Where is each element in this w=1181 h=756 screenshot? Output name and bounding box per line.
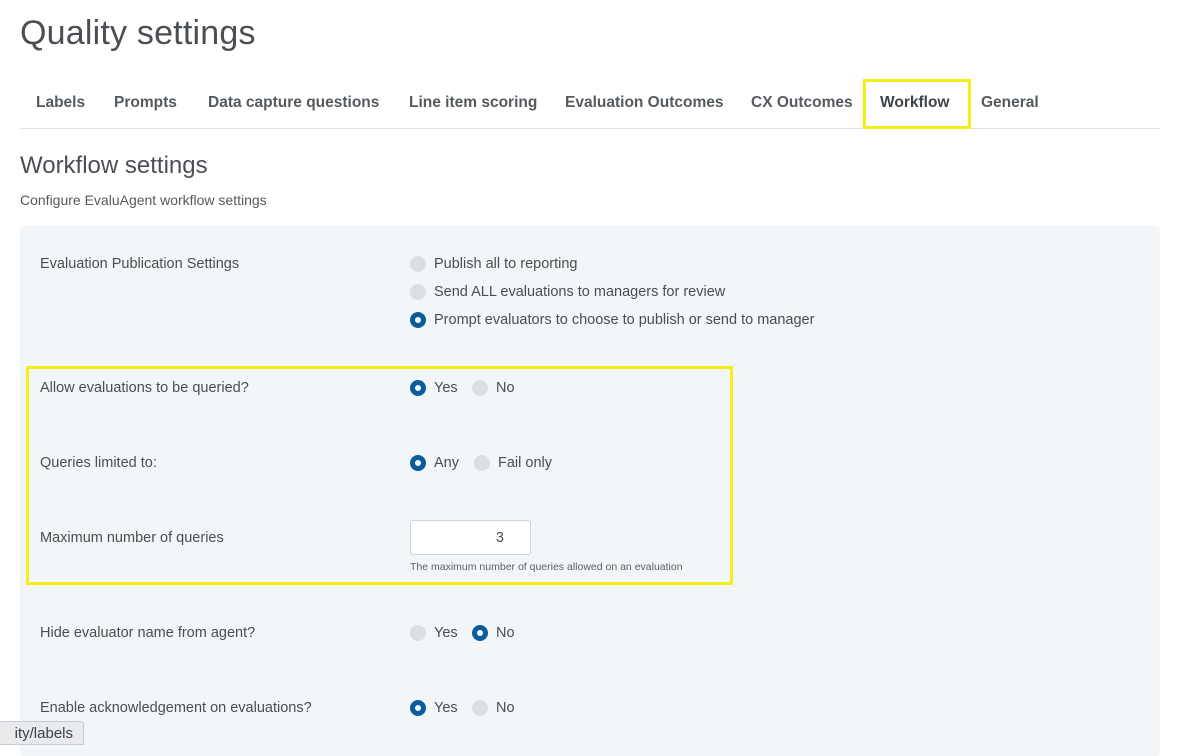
radio-unchecked-icon [472,700,488,716]
radio-checked-icon [472,625,488,641]
status-bar-url: ity/labels [0,721,84,745]
max-queries-input[interactable] [410,520,531,555]
publication-settings-label: Evaluation Publication Settings [40,256,240,272]
radio-checked-icon [410,455,426,471]
radio-label: Send ALL evaluations to managers for rev… [434,284,726,300]
radio-checked-icon [410,312,426,328]
radio-unchecked-icon [472,380,488,396]
tab-general[interactable]: General [981,78,1039,128]
acknowledgement-no-radio[interactable]: No [472,700,515,716]
tab-line-item-scoring[interactable]: Line item scoring [409,78,537,128]
acknowledgement-yes-radio[interactable]: Yes [410,700,458,716]
radio-checked-icon [410,700,426,716]
acknowledgement-label: Enable acknowledgement on evaluations? [40,700,312,716]
radio-label: Yes [434,700,458,716]
page-title: Quality settings [20,14,256,52]
send-to-managers-radio[interactable]: Send ALL evaluations to managers for rev… [410,284,725,300]
radio-unchecked-icon [410,625,426,641]
hide-evaluator-no-radio[interactable]: No [472,625,515,641]
prompt-evaluators-radio[interactable]: Prompt evaluators to choose to publish o… [410,312,814,328]
radio-label: No [496,625,515,641]
queries-limited-fail-only-radio[interactable]: Fail only [474,455,552,471]
radio-label: Prompt evaluators to choose to publish o… [434,312,815,328]
section-subtitle: Configure EvaluAgent workflow settings [20,192,267,208]
radio-label: No [496,700,515,716]
tab-prompts[interactable]: Prompts [114,78,177,128]
radio-label: Yes [434,625,458,641]
allow-queries-label: Allow evaluations to be queried? [40,380,249,396]
radio-label: Yes [434,380,458,396]
tab-data-capture-questions[interactable]: Data capture questions [208,78,379,128]
tab-workflow[interactable]: Workflow [880,78,949,128]
hide-evaluator-yes-radio[interactable]: Yes [410,625,458,641]
radio-label: Any [434,455,459,471]
hide-evaluator-label: Hide evaluator name from agent? [40,625,256,641]
radio-label: No [496,380,515,396]
allow-queries-yes-radio[interactable]: Yes [410,380,458,396]
max-queries-label: Maximum number of queries [40,530,224,546]
tab-cx-outcomes[interactable]: CX Outcomes [751,78,853,128]
tab-evaluation-outcomes[interactable]: Evaluation Outcomes [565,78,723,128]
radio-label: Fail only [498,455,552,471]
radio-checked-icon [410,380,426,396]
queries-limited-any-radio[interactable]: Any [410,455,459,471]
radio-unchecked-icon [410,284,426,300]
settings-tabs: Labels Prompts Data capture questions Li… [20,78,1160,129]
allow-queries-no-radio[interactable]: No [472,380,515,396]
queries-limited-label: Queries limited to: [40,455,157,471]
radio-unchecked-icon [474,455,490,471]
settings-panel [20,226,1160,756]
radio-unchecked-icon [410,256,426,272]
max-queries-help-text: The maximum number of queries allowed on… [410,561,683,573]
tab-labels[interactable]: Labels [36,78,85,128]
publish-all-radio[interactable]: Publish all to reporting [410,256,577,272]
radio-label: Publish all to reporting [434,256,578,272]
section-title: Workflow settings [20,152,208,179]
